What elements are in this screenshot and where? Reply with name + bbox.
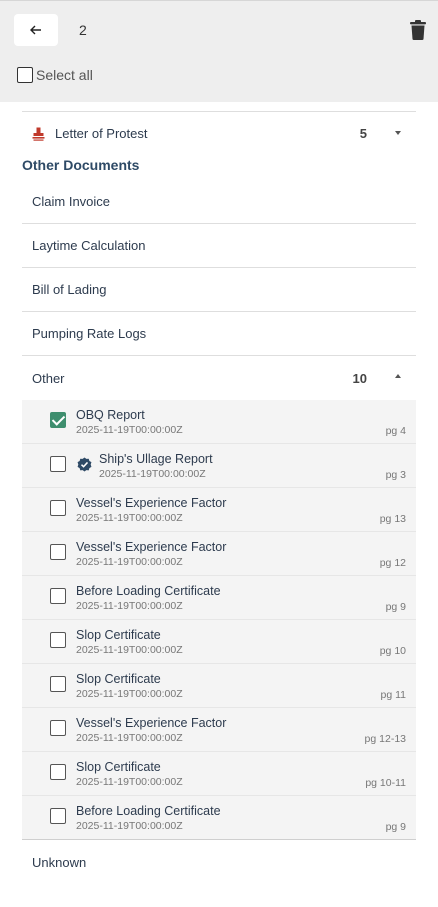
folder-laytime-calculation[interactable]: Laytime Calculation <box>22 224 416 268</box>
folder-unknown[interactable]: Unknown <box>22 840 416 884</box>
chevron-down-icon[interactable] <box>395 131 401 135</box>
folder-claim-invoice[interactable]: Claim Invoice <box>22 180 416 224</box>
document-date: 2025-11-19T00:00:00Z <box>76 512 183 524</box>
folder-label: Bill of Lading <box>32 282 107 297</box>
folder-label: Laytime Calculation <box>32 238 146 253</box>
document-item[interactable]: Vessel's Experience Factor 2025-11-19T00… <box>22 532 416 576</box>
folder-letter-of-protest[interactable]: Letter of Protest 5 <box>22 111 416 155</box>
chevron-up-icon[interactable] <box>395 374 401 378</box>
document-checkbox[interactable] <box>50 808 66 824</box>
document-date: 2025-11-19T00:00:00Z <box>76 688 183 700</box>
document-checkbox[interactable] <box>50 764 66 780</box>
document-title: Slop Certificate <box>76 672 161 686</box>
document-checkbox[interactable] <box>50 412 66 428</box>
stamp-icon <box>32 127 45 141</box>
document-item[interactable]: Vessel's Experience Factor 2025-11-19T00… <box>22 708 416 752</box>
document-title: Slop Certificate <box>76 760 161 774</box>
folder-other[interactable]: Other 10 <box>22 356 416 400</box>
section-title: Other Documents <box>22 157 140 173</box>
document-checkbox[interactable] <box>50 500 66 516</box>
document-date: 2025-11-19T00:00:00Z <box>76 556 183 568</box>
document-item[interactable]: Slop Certificate 2025-11-19T00:00:00Z pg… <box>22 620 416 664</box>
selection-toolbar: 2 Select all <box>0 0 438 102</box>
document-date: 2025-11-19T00:00:00Z <box>76 732 183 744</box>
document-date: 2025-11-19T00:00:00Z <box>76 820 183 832</box>
document-page: pg 11 <box>380 689 407 701</box>
document-checkbox[interactable] <box>50 456 66 472</box>
document-title: OBQ Report <box>76 408 145 422</box>
document-title: Before Loading Certificate <box>76 584 221 598</box>
document-page: pg 9 <box>385 821 406 833</box>
other-documents: OBQ Report 2025-11-19T00:00:00Z pg 4 Shi… <box>22 400 416 840</box>
document-date: 2025-11-19T00:00:00Z <box>76 600 183 612</box>
document-checkbox[interactable] <box>50 544 66 560</box>
selected-count: 2 <box>79 22 87 38</box>
verified-badge-icon <box>77 457 92 472</box>
folder-count: 10 <box>352 370 367 386</box>
trash-icon[interactable] <box>410 20 426 40</box>
document-checkbox[interactable] <box>50 588 66 604</box>
document-page: pg 9 <box>385 601 406 613</box>
document-item[interactable]: Before Loading Certificate 2025-11-19T00… <box>22 576 416 620</box>
folder-label: Other <box>32 370 65 386</box>
document-page: pg 10 <box>379 645 406 657</box>
document-item[interactable]: Before Loading Certificate 2025-11-19T00… <box>22 796 416 840</box>
document-checkbox[interactable] <box>50 720 66 736</box>
document-page: pg 3 <box>385 469 406 481</box>
document-checkbox[interactable] <box>50 676 66 692</box>
document-date: 2025-11-19T00:00:00Z <box>99 468 206 480</box>
document-title: Ship's Ullage Report <box>99 452 213 466</box>
folder-label: Pumping Rate Logs <box>32 326 147 341</box>
document-item[interactable]: Ship's Ullage Report 2025-11-19T00:00:00… <box>22 444 416 488</box>
document-page: pg 13 <box>379 513 406 525</box>
document-date: 2025-11-19T00:00:00Z <box>76 776 183 788</box>
document-date: 2025-11-19T00:00:00Z <box>76 424 183 436</box>
document-item[interactable]: OBQ Report 2025-11-19T00:00:00Z pg 4 <box>22 400 416 444</box>
document-page: pg 4 <box>385 425 406 437</box>
document-title: Vessel's Experience Factor <box>76 716 227 730</box>
document-title: Vessel's Experience Factor <box>76 540 227 554</box>
folder-label: Letter of Protest <box>55 126 148 141</box>
folder-label: Claim Invoice <box>32 194 111 209</box>
document-item[interactable]: Slop Certificate 2025-11-19T00:00:00Z pg… <box>22 752 416 796</box>
document-checkbox[interactable] <box>50 632 66 648</box>
document-item[interactable]: Slop Certificate 2025-11-19T00:00:00Z pg… <box>22 664 416 708</box>
document-page: pg 10-11 <box>365 777 406 789</box>
select-all-toggle[interactable]: Select all <box>17 67 93 83</box>
document-page: pg 12-13 <box>364 733 406 745</box>
folder-label: Unknown <box>32 854 87 870</box>
folder-pumping-rate-logs[interactable]: Pumping Rate Logs <box>22 312 416 356</box>
select-all-label: Select all <box>36 67 93 83</box>
document-page: pg 12 <box>379 557 406 569</box>
document-title: Slop Certificate <box>76 628 161 642</box>
back-button[interactable] <box>14 14 58 46</box>
document-date: 2025-11-19T00:00:00Z <box>76 644 183 656</box>
document-item[interactable]: Vessel's Experience Factor 2025-11-19T00… <box>22 488 416 532</box>
document-list: Letter of Protest 5 Other Documents Clai… <box>22 111 416 884</box>
document-title: Before Loading Certificate <box>76 804 221 818</box>
folder-bill-of-lading[interactable]: Bill of Lading <box>22 268 416 312</box>
select-all-checkbox[interactable] <box>17 67 33 83</box>
arrow-left-icon <box>30 25 41 35</box>
document-title: Vessel's Experience Factor <box>76 496 227 510</box>
folder-count: 5 <box>359 126 367 141</box>
